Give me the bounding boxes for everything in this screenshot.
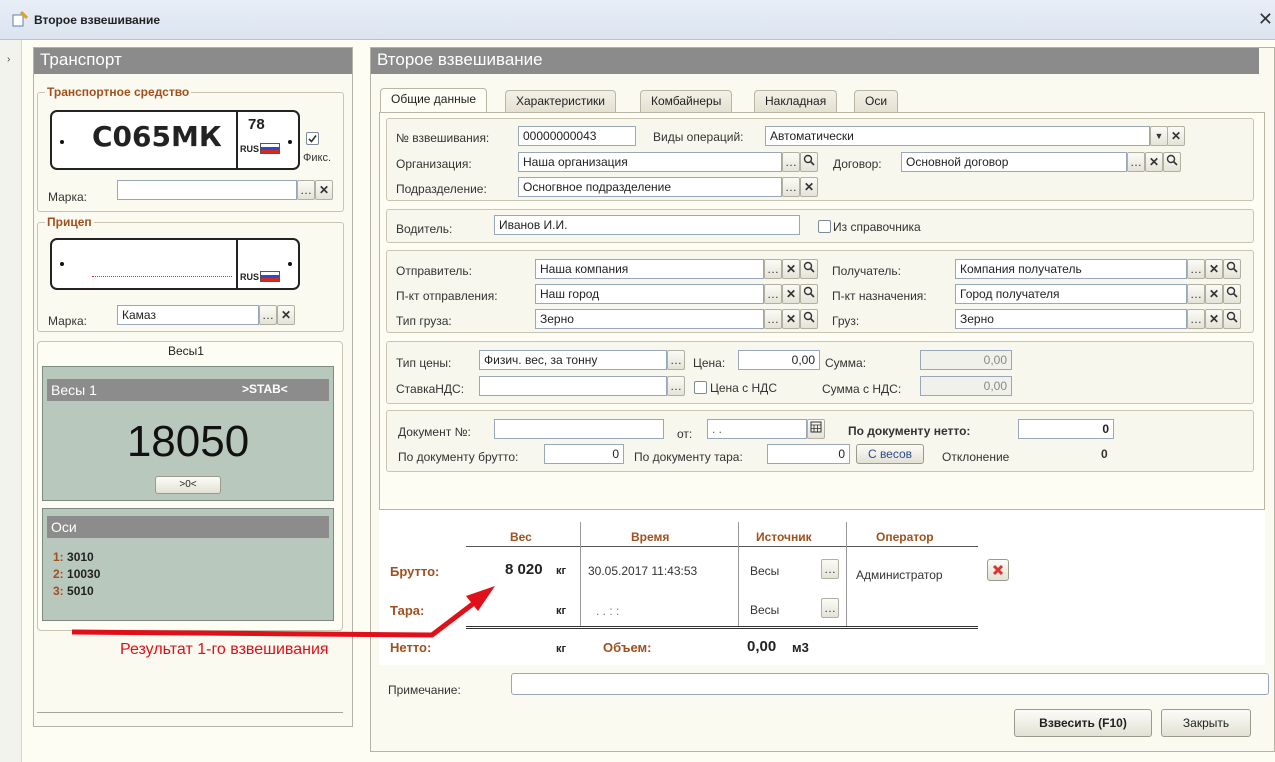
weigh-button[interactable]: Взвесить (F10) [1014, 709, 1152, 737]
note-input[interactable] [511, 673, 1269, 695]
close-button[interactable]: Закрыть [1161, 709, 1251, 737]
note-label: Примечание: [388, 683, 461, 697]
annotation-text: Результат 1-го взвешивания [120, 641, 329, 658]
